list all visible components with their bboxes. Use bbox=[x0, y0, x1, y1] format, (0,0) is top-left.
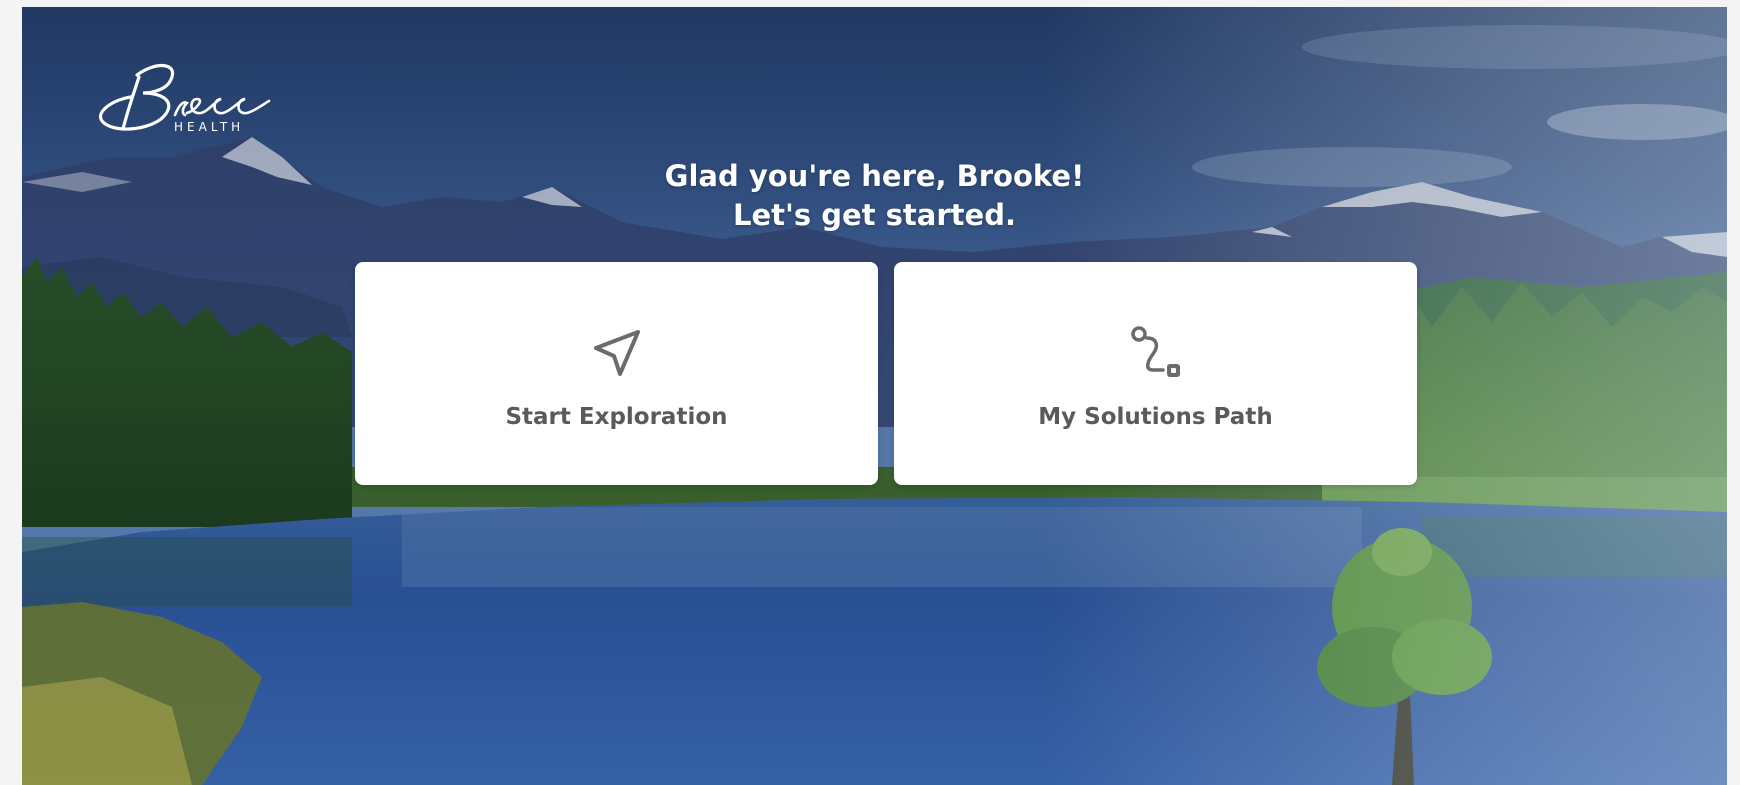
greeting-line-2: Let's get started. bbox=[733, 198, 1016, 232]
start-exploration-label: Start Exploration bbox=[505, 404, 728, 430]
greeting-line-1: Glad you're here, Brooke! bbox=[664, 159, 1085, 193]
paper-plane-icon bbox=[593, 330, 640, 376]
welcome-greeting: Glad you're here, Brooke! Let's get star… bbox=[22, 157, 1727, 235]
app-frame: HEALTH Glad you're here, Brooke! Let's g… bbox=[22, 7, 1727, 785]
logo-subtitle: HEALTH bbox=[174, 120, 245, 134]
start-exploration-card[interactable]: Start Exploration bbox=[355, 262, 878, 485]
route-path-icon bbox=[1130, 326, 1180, 377]
my-solutions-path-card[interactable]: My Solutions Path bbox=[894, 262, 1417, 485]
my-solutions-path-label: My Solutions Path bbox=[1038, 404, 1273, 430]
